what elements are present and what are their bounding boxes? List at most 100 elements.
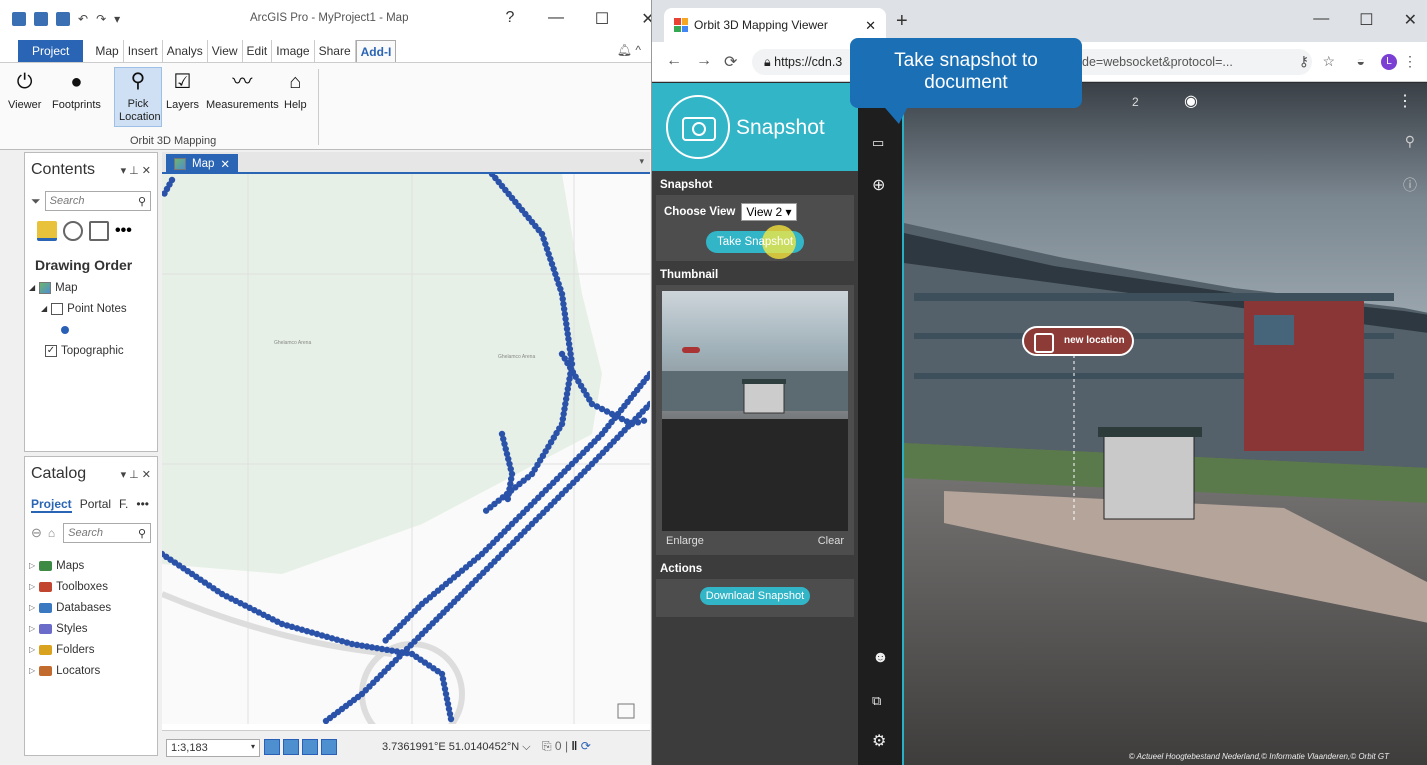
catalog-item[interactable]: ▷ Databases xyxy=(29,597,153,618)
key-icon[interactable]: ⚷ xyxy=(1299,53,1309,70)
tab-edit[interactable]: Edit xyxy=(243,40,273,62)
map-tab[interactable]: Map ✕ xyxy=(166,154,239,174)
notification-icon[interactable]: 🔔︎ ^ xyxy=(617,43,641,57)
help-ribbon-button[interactable]: ⌂ Help xyxy=(284,71,307,112)
minimize-button[interactable]: — xyxy=(548,9,564,29)
tree-item-point-notes[interactable]: ◢ Point Notes xyxy=(29,298,153,319)
undo-icon[interactable]: ↶ xyxy=(78,12,88,26)
new-project-icon[interactable] xyxy=(12,12,26,26)
expand-icon[interactable]: ▷ xyxy=(29,645,35,654)
tab-share[interactable]: Share xyxy=(315,40,356,62)
catalog-item[interactable]: ▷ Locators xyxy=(29,660,153,681)
expand-icon[interactable]: ◢ xyxy=(29,283,35,292)
help-button[interactable]: ? xyxy=(502,9,518,29)
expand-icon[interactable]: ▷ xyxy=(29,666,35,675)
forward-icon[interactable]: → xyxy=(696,52,712,70)
selection-count[interactable]: ⎘ 0 | ‖ ⟳ xyxy=(542,739,591,754)
viewer-menu-icon[interactable]: ⋮ xyxy=(1397,91,1413,111)
pan-icon[interactable] xyxy=(321,739,337,755)
catalog-tab-favorites[interactable]: F. xyxy=(119,497,128,513)
help-icon[interactable]: ⓘ xyxy=(1403,175,1417,195)
view-select[interactable]: View 2 ▾ xyxy=(741,203,797,221)
eye-icon[interactable]: ◉ xyxy=(1184,91,1198,111)
catalog-tab-project[interactable]: Project xyxy=(31,497,72,513)
contents-search-input[interactable]: Search ⚲ xyxy=(44,191,151,211)
new-tab-button[interactable]: + xyxy=(896,10,908,33)
browser-tab[interactable]: Orbit 3D Mapping Viewer ✕ xyxy=(664,8,886,42)
list-by-selection-icon[interactable] xyxy=(89,221,109,241)
point-notes-checkbox[interactable] xyxy=(51,302,64,315)
layers-button[interactable]: ☑ Layers xyxy=(166,71,199,112)
topographic-checkbox[interactable]: ✓ xyxy=(45,344,57,357)
new-location-marker[interactable]: new location xyxy=(1022,326,1134,356)
enlarge-link[interactable]: Enlarge xyxy=(666,535,704,547)
close-icon[interactable]: ✕ xyxy=(220,157,230,171)
tree-item-topographic[interactable]: ✓ Topographic xyxy=(29,340,153,361)
save-project-icon[interactable] xyxy=(56,12,70,26)
maximize-button[interactable]: ☐ xyxy=(1359,10,1373,30)
customize-qat-icon[interactable]: ▾ xyxy=(114,12,120,26)
tab-map[interactable]: Map xyxy=(91,40,124,62)
search-icon[interactable]: ⚲ xyxy=(1405,133,1415,150)
tab-dropdown-icon[interactable]: ▾ xyxy=(639,156,644,167)
add-icon[interactable]: ⊕ xyxy=(872,175,885,195)
filter-icon[interactable]: ⏷ xyxy=(31,194,41,209)
list-by-drawing-order-icon[interactable] xyxy=(37,221,57,241)
profile-avatar[interactable]: L xyxy=(1381,54,1397,70)
expand-icon[interactable]: ▷ xyxy=(29,582,35,591)
tree-item-map[interactable]: ◢ Map xyxy=(29,277,153,298)
snapshot-thumbnail[interactable] xyxy=(662,291,848,531)
pane-controls[interactable]: ▾ ⊥ ✕ xyxy=(121,164,151,177)
pick-location-button[interactable]: ⚲ Pick Location xyxy=(114,67,162,127)
pane-controls[interactable]: ▾ ⊥ ✕ xyxy=(121,468,151,481)
catalog-item[interactable]: ▷ Toolboxes xyxy=(29,576,153,597)
maximize-button[interactable]: ☐ xyxy=(594,9,610,29)
grid-icon[interactable] xyxy=(302,739,318,755)
copy-icon[interactable]: ⧉ xyxy=(872,693,881,709)
full-extent-icon[interactable] xyxy=(283,739,299,755)
footprints-button[interactable]: ● Footprints xyxy=(52,71,101,112)
fixed-zoom-icon[interactable] xyxy=(264,739,280,755)
expand-icon[interactable]: ▷ xyxy=(29,561,35,570)
tab-analysis[interactable]: Analys xyxy=(163,40,208,62)
back-icon[interactable]: ← xyxy=(666,52,682,70)
close-icon[interactable]: ✕ xyxy=(865,18,876,34)
scale-selector[interactable]: 1:3,183 ▾ xyxy=(166,739,260,757)
expand-icon[interactable]: ◢ xyxy=(41,304,47,313)
tab-add-in[interactable]: Add-I xyxy=(355,40,397,62)
street-view-viewer[interactable]: new location 2 ◉ ⋮ ⚲ ⓘ © Actueel Hoogteb… xyxy=(902,83,1427,765)
expand-icon[interactable]: ▷ xyxy=(29,624,35,633)
catalog-search-input[interactable]: Search ⚲ xyxy=(63,523,151,543)
redo-icon[interactable]: ↷ xyxy=(96,12,106,26)
download-snapshot-button[interactable]: Download Snapshot xyxy=(700,587,810,605)
tab-image[interactable]: Image xyxy=(272,40,315,62)
close-button[interactable]: ✕ xyxy=(1404,10,1417,30)
tab-project[interactable]: Project xyxy=(18,40,84,62)
expand-icon[interactable]: ▷ xyxy=(29,603,35,612)
reload-icon[interactable]: ⟳ xyxy=(724,52,737,72)
catalog-item[interactable]: ▷ Folders xyxy=(29,639,153,660)
user-icon[interactable]: ☻ xyxy=(872,649,889,667)
coordinate-readout[interactable]: 3.7361991°E 51.0140452°N ⌵ xyxy=(382,741,531,754)
menu-icon[interactable]: ⋮ xyxy=(1403,53,1417,70)
back-icon[interactable]: ⊖ xyxy=(31,525,42,541)
measurements-button[interactable]: 〰 Measurements xyxy=(206,71,279,112)
gear-icon[interactable]: ⚙ xyxy=(872,731,886,751)
open-project-icon[interactable] xyxy=(34,12,48,26)
map-canvas[interactable]: Ghelamco Arena Ghelamco Arena xyxy=(162,174,650,724)
catalog-item[interactable]: ▷ Styles xyxy=(29,618,153,639)
extension-icon[interactable]: ◒ xyxy=(1357,53,1365,69)
catalog-tab-portal[interactable]: Portal xyxy=(80,497,111,513)
catalog-item[interactable]: ▷ Maps xyxy=(29,555,153,576)
star-icon[interactable]: ☆ xyxy=(1322,53,1335,70)
take-snapshot-button[interactable]: Take Snapshot xyxy=(706,225,804,259)
minimize-button[interactable]: — xyxy=(1313,10,1329,30)
tab-view[interactable]: View xyxy=(208,40,243,62)
tab-insert[interactable]: Insert xyxy=(124,40,163,62)
catalog-more[interactable]: ••• xyxy=(136,497,149,513)
close-button[interactable]: ✕ xyxy=(640,9,651,29)
home-icon[interactable]: ⌂ xyxy=(48,526,55,540)
more-icon[interactable]: ••• xyxy=(115,222,132,240)
viewer-button[interactable]: ⏻ Viewer xyxy=(8,71,41,112)
clear-link[interactable]: Clear xyxy=(818,535,844,547)
